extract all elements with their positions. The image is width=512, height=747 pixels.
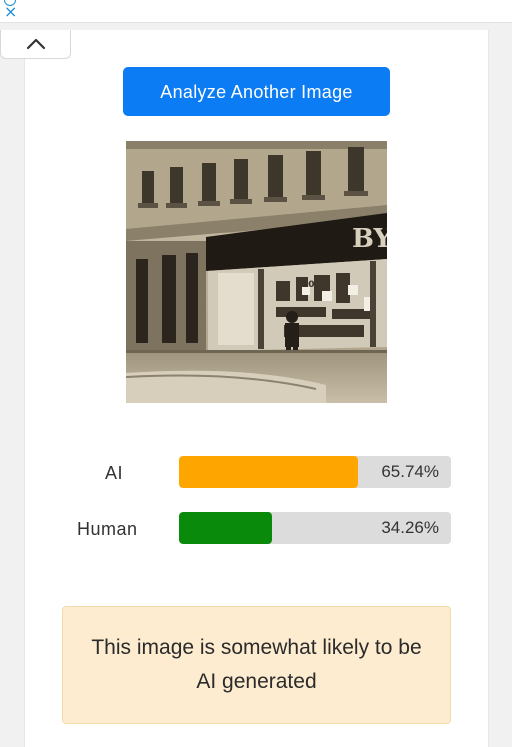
human-score-percent: 34.26% (381, 518, 439, 537)
ai-label: AI (105, 463, 124, 483)
ai-score-bar: 65.74% (179, 456, 451, 488)
collapse-tab[interactable] (0, 30, 71, 59)
shop-sign-text: BYR (352, 224, 387, 254)
uploaded-photo: BYR 10 (126, 141, 387, 403)
close-icon[interactable]: × (4, 4, 17, 20)
analyze-another-image-button[interactable]: Analyze Another Image (123, 67, 390, 116)
ai-score-percent: 65.74% (381, 462, 439, 481)
price-tag-text: 10 (302, 280, 315, 290)
chevron-up-icon (26, 38, 46, 50)
ai-score-fill (179, 456, 358, 488)
ad-bar: × (0, 0, 512, 23)
human-score-fill (179, 512, 273, 544)
human-score-bar: 34.26% (179, 512, 451, 544)
verdict-box: This image is somewhat likely to be AI g… (62, 606, 451, 724)
verdict-text: This image is somewhat likely to be AI g… (91, 636, 422, 693)
human-label: Human (77, 519, 138, 539)
